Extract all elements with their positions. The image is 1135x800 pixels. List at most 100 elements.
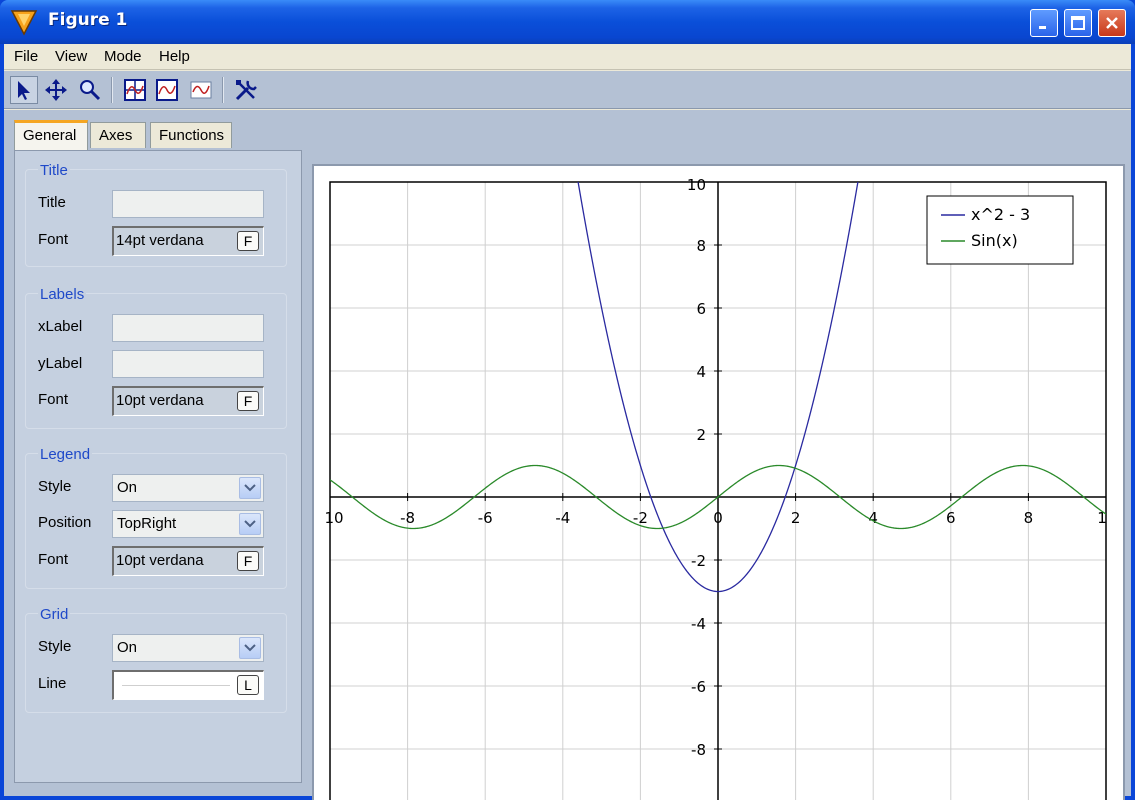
group-heading: Grid <box>38 606 71 623</box>
ylabel-input[interactable] <box>112 350 264 378</box>
legend-style-label: Style <box>38 478 72 495</box>
legend-group: Legend Style On Position TopRight Font 1… <box>25 446 287 589</box>
xlabel-label: xLabel <box>38 318 83 335</box>
chevron-down-icon[interactable] <box>239 637 261 659</box>
zoom-tool-button[interactable] <box>76 76 104 104</box>
y-tick-label: 6 <box>696 300 706 318</box>
x-tick-label: 10 <box>324 509 343 527</box>
xlabel-input[interactable] <box>112 314 264 342</box>
tools-button[interactable] <box>232 76 260 104</box>
font-value: 14pt verdana <box>116 232 204 249</box>
menu-view[interactable]: View <box>55 48 87 65</box>
select-value: On <box>117 639 138 656</box>
toolbar <box>4 71 1131 109</box>
menu-file[interactable]: File <box>14 48 38 65</box>
legend-position-label: Position <box>38 514 92 531</box>
labels-font-field: 10pt verdana F <box>112 386 264 416</box>
select-arrow-icon <box>18 81 30 100</box>
legend-position-select[interactable]: TopRight <box>112 510 264 538</box>
close-icon <box>1106 17 1118 29</box>
minimize-icon <box>1039 26 1046 29</box>
title-bar[interactable]: Figure 1 <box>0 0 1135 44</box>
y-tick-label: -4 <box>691 615 706 633</box>
grid-style-select[interactable]: On <box>112 634 264 662</box>
line-sample <box>122 685 230 686</box>
group-heading: Labels <box>38 286 87 303</box>
minimize-button[interactable] <box>1030 9 1058 37</box>
x-tick-label: 4 <box>868 509 878 527</box>
font-value: 10pt verdana <box>116 392 204 409</box>
plot-chart[interactable]: 10-8-6-4-2024681-10-8-6-4-2246810x^2 - 3… <box>314 166 1123 800</box>
grid-group: Grid Style On Line L <box>25 606 287 713</box>
toolbar-separator <box>111 77 113 103</box>
group-heading: Title <box>38 162 70 179</box>
x-tick-label: -6 <box>478 509 493 527</box>
x-tick-label: 6 <box>946 509 956 527</box>
labels-font-button[interactable]: F <box>237 391 259 411</box>
title-group: Title Title Font 14pt verdana F <box>25 162 287 267</box>
grid-box-icon <box>124 79 146 101</box>
select-tool-button[interactable] <box>10 76 38 104</box>
legend-font-label: Font <box>38 551 69 568</box>
plot-wave-icon <box>156 79 178 101</box>
grid-tool-button[interactable] <box>121 76 149 104</box>
app-logo-icon <box>10 10 38 36</box>
legend-entry: Sin(x) <box>971 231 1018 250</box>
x-tick-label: -8 <box>400 509 415 527</box>
grid-line-field: L <box>112 670 264 700</box>
tab-general[interactable]: General <box>14 120 88 150</box>
maximize-icon <box>1071 16 1085 30</box>
x-tick-label: -4 <box>555 509 570 527</box>
plot-tool-button[interactable] <box>153 76 181 104</box>
chevron-down-icon[interactable] <box>239 477 261 499</box>
select-value: On <box>117 479 138 496</box>
legend-style-select[interactable]: On <box>112 474 264 502</box>
legend-font-field: 10pt verdana F <box>112 546 264 576</box>
chevron-down-icon[interactable] <box>239 513 261 535</box>
menu-mode[interactable]: Mode <box>104 48 142 65</box>
y-tick-label: 10 <box>687 176 706 194</box>
function-tool-button[interactable] <box>187 76 215 104</box>
x-tick-label: 8 <box>1024 509 1034 527</box>
maximize-button[interactable] <box>1064 9 1092 37</box>
title-font-button[interactable]: F <box>237 231 259 251</box>
general-settings-panel: Title Title Font 14pt verdana F Labels x… <box>14 150 302 783</box>
y-tick-label: -8 <box>691 741 706 759</box>
close-button[interactable] <box>1098 9 1126 37</box>
y-tick-label: -2 <box>691 552 706 570</box>
tools-icon <box>235 80 257 101</box>
ylabel-label: yLabel <box>38 355 83 372</box>
tab-axes[interactable]: Axes <box>90 122 146 148</box>
labels-font-label: Font <box>38 391 69 408</box>
zoom-magnifier-icon <box>80 80 101 101</box>
x-tick-label: 2 <box>791 509 801 527</box>
y-tick-label: 4 <box>696 363 706 381</box>
legend-font-button[interactable]: F <box>237 551 259 571</box>
legend-entry: x^2 - 3 <box>971 205 1030 224</box>
pan-tool-button[interactable] <box>42 76 70 104</box>
window-client: File View Mode Help General Axes Functio… <box>4 44 1131 800</box>
title-label: Title <box>38 194 66 211</box>
title-font-label: Font <box>38 231 69 248</box>
font-value: 10pt verdana <box>116 552 204 569</box>
tab-functions[interactable]: Functions <box>150 122 232 148</box>
window-title: Figure 1 <box>48 10 128 30</box>
y-tick-label: 8 <box>696 237 706 255</box>
toolbar-separator <box>222 77 224 103</box>
grid-line-button[interactable]: L <box>237 675 259 695</box>
y-tick-label: -6 <box>691 678 706 696</box>
body-area: General Axes Functions Title Title Font … <box>4 110 1131 800</box>
title-input[interactable] <box>112 190 264 218</box>
plot-panel[interactable]: 10-8-6-4-2024681-10-8-6-4-2246810x^2 - 3… <box>312 164 1125 800</box>
select-value: TopRight <box>117 515 177 532</box>
function-wave-icon <box>190 81 212 99</box>
grid-line-label: Line <box>38 675 67 692</box>
x-tick-label: 0 <box>713 509 723 527</box>
y-tick-label: 2 <box>696 426 706 444</box>
menu-help[interactable]: Help <box>159 48 190 65</box>
application-window: Figure 1 File View Mode Help General Axe… <box>0 0 1135 800</box>
title-font-field: 14pt verdana F <box>112 226 264 256</box>
move-cross-icon <box>45 79 67 101</box>
menu-bar: File View Mode Help <box>4 44 1131 70</box>
group-heading: Legend <box>38 446 93 463</box>
